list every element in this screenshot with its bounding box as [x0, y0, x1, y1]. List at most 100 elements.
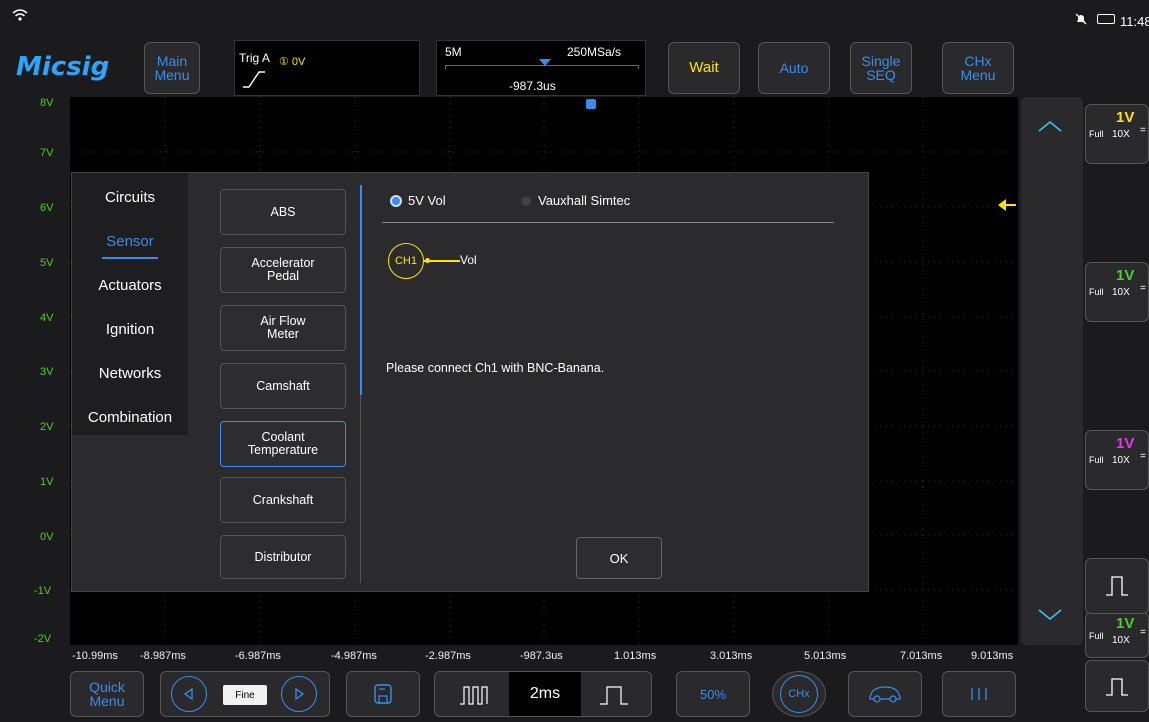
ch1-signal-label: Vol [460, 253, 477, 267]
channel-2-settings[interactable]: Full 1V 10X = [1085, 262, 1149, 322]
pulse-icon [1106, 678, 1128, 696]
triangle-right-icon [295, 688, 305, 700]
status-bar: 11:48 [0, 0, 1149, 38]
chx-menu-button[interactable]: CHx Menu [942, 42, 1014, 94]
option-vauxhall-simtec[interactable]: Vauxhall Simtec [520, 193, 630, 208]
pulse-icon [1106, 576, 1128, 596]
pulse-toggle-button[interactable] [1085, 558, 1149, 614]
probe-ratio: 10X [1112, 455, 1130, 466]
fine-toggle[interactable]: Fine [223, 685, 267, 705]
coupling-label: Full [1089, 287, 1104, 297]
sample-rate: 250MSa/s [567, 45, 622, 59]
channel-4-settings[interactable]: Full 1V 10X = [1085, 612, 1149, 658]
sensor-item[interactable]: Distributor [220, 535, 346, 579]
cursor-lines-icon [971, 688, 987, 700]
dc-coupling-icon: = [1140, 125, 1146, 136]
coupling-label: Full [1089, 129, 1104, 139]
option-label: 5V Vol [408, 193, 446, 208]
trigger-50-percent-button[interactable]: 50% [676, 671, 750, 717]
time-tick-label: -10.99ms [72, 650, 118, 662]
coupling-label: Full [1089, 631, 1104, 641]
time-tick-label: -8.987ms [140, 650, 186, 662]
category-circuits[interactable]: Circuits [72, 175, 188, 219]
trigger-title: Trig A [239, 51, 270, 65]
single-pulse-icon[interactable] [599, 684, 629, 706]
sensor-item[interactable]: Crankshaft [220, 477, 346, 523]
left-arrow-button[interactable] [171, 676, 207, 712]
category-combination[interactable]: Combination [72, 395, 188, 439]
voltage-tick-label: -2V [34, 633, 52, 645]
active-category-underline [102, 257, 158, 259]
sensor-item[interactable]: Camshaft [220, 363, 346, 409]
radio-selected-icon [390, 194, 402, 207]
sensor-item[interactable]: Coolant Temperature [220, 421, 346, 467]
auto-sensor-dialog: Circuits Sensor Actuators Ignition Networks C… [71, 172, 869, 592]
wifi-icon [12, 8, 28, 24]
voltage-tick-label: 0V [40, 531, 54, 543]
trigger-position-marker [539, 59, 551, 66]
memory-depth: 5M [445, 45, 462, 59]
time-tick-label: -2.987ms [425, 650, 471, 662]
divider [360, 395, 361, 583]
clock: 11:48 [1120, 14, 1149, 29]
pulse-mode-button[interactable] [1085, 660, 1149, 712]
horizontal-position-control: Fine [160, 671, 330, 717]
sensor-item[interactable]: Air Flow Meter [220, 305, 346, 351]
scroll-panel [1021, 97, 1083, 645]
right-arrow-button[interactable] [281, 676, 317, 712]
voltage-tick-label: 8V [40, 97, 54, 109]
oscilloscope-screen: 11:48 Micsig Main Menu Trig A ① 0V 5M 25… [0, 0, 1149, 722]
trigger-time-marker[interactable] [586, 99, 596, 109]
save-button[interactable] [346, 671, 420, 717]
voltage-tick-label: 3V [40, 366, 54, 378]
volts-per-div: 1V [1116, 267, 1135, 284]
sensor-item[interactable]: Accelerator Pedal [220, 247, 346, 293]
main-menu-button[interactable]: Main Menu [144, 42, 200, 94]
voltage-tick-label: 7V [40, 147, 54, 159]
time-tick-label: 3.013ms [710, 650, 753, 662]
option-5v-vol[interactable]: 5V Vol [390, 193, 446, 208]
voltage-tick-label: 2V [40, 421, 54, 433]
quick-menu-button[interactable]: Quick Menu [70, 671, 144, 717]
channel-3-settings[interactable]: Full 1V 10X = [1085, 430, 1149, 490]
timebase-value[interactable]: 2ms [509, 672, 581, 716]
probe-ratio: 10X [1112, 287, 1130, 298]
chevron-down-icon[interactable] [1036, 598, 1064, 629]
voltage-tick-label: 6V [40, 202, 54, 214]
wait-button[interactable]: Wait [668, 42, 740, 94]
timebase-control: 2ms [434, 671, 652, 717]
timebase-panel[interactable]: 5M 250MSa/s -987.3us [436, 40, 646, 96]
sensor-item[interactable]: ABS [220, 189, 346, 235]
cursor-button[interactable] [942, 671, 1016, 717]
auto-button[interactable]: Auto [758, 42, 830, 94]
chx-label: CHx [780, 675, 818, 713]
chevron-up-icon[interactable] [1036, 110, 1064, 141]
trigger-level: ① 0V [279, 56, 306, 68]
bell-muted-icon [1075, 12, 1087, 25]
ch1-connector-dot [425, 258, 430, 263]
category-networks[interactable]: Networks [72, 351, 188, 395]
dc-coupling-icon: = [1140, 627, 1146, 638]
pulse-train-icon[interactable] [459, 684, 489, 706]
single-seq-button[interactable]: Single SEQ [850, 42, 912, 94]
channel-1-settings[interactable]: Full 1V 10X = [1085, 104, 1149, 164]
category-ignition[interactable]: Ignition [72, 307, 188, 351]
category-actuators[interactable]: Actuators [72, 263, 188, 307]
car-icon [869, 686, 901, 703]
car-button[interactable] [848, 671, 922, 717]
volts-per-div: 1V [1116, 615, 1135, 632]
time-tick-label: -987.3us [520, 650, 563, 662]
divider [382, 222, 834, 223]
trigger-level-arrow-icon[interactable] [996, 197, 1018, 213]
chx-button[interactable]: CHx [772, 671, 826, 717]
voltage-tick-label: -1V [34, 585, 52, 597]
voltage-tick-label: 5V [40, 257, 54, 269]
trigger-panel[interactable]: Trig A ① 0V [234, 40, 420, 96]
sensor-scrollbar[interactable] [360, 185, 362, 395]
coupling-label: Full [1089, 455, 1104, 465]
voltage-tick-label: 4V [40, 312, 54, 324]
trigger-offset: -987.3us [509, 79, 556, 93]
ok-button[interactable]: OK [576, 537, 662, 579]
probe-ratio: 10X [1112, 635, 1130, 646]
ch1-tag: CH1 [388, 243, 424, 279]
